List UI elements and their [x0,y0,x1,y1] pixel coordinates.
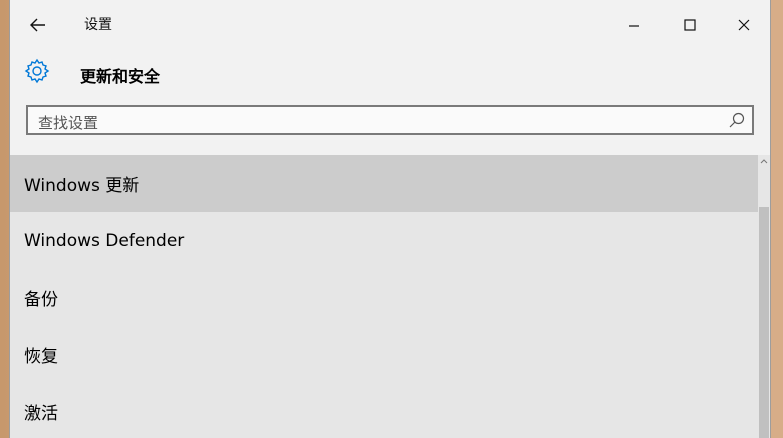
page-title: 更新和安全 [80,67,161,86]
maximize-icon [684,19,696,31]
list-item-windows-defender[interactable]: Windows Defender [10,212,758,269]
back-arrow-icon [30,18,45,32]
minimize-icon [629,25,639,27]
scroll-up-button[interactable] [758,155,770,167]
list-item-label: Windows 更新 [24,176,140,196]
scrollbar[interactable] [758,155,770,438]
close-button[interactable] [724,10,764,40]
list-item-activation[interactable]: 激活 [10,383,758,438]
search-placeholder: 查找设置 [38,114,99,132]
back-button[interactable] [24,12,52,38]
maximize-button[interactable] [670,10,710,40]
close-icon [738,19,750,31]
search-input[interactable]: 查找设置 [26,105,754,135]
search-icon[interactable] [728,111,746,129]
list-item-backup[interactable]: 备份 [10,269,758,326]
list-item-windows-update[interactable]: Windows 更新 [10,155,758,212]
settings-window: 设置 更新和安全 查找设置 Windows 更新 Windows Defende… [10,0,770,438]
title-bar: 设置 [10,0,770,50]
list-item-label: Windows Defender [24,230,185,251]
list-item-label: 激活 [24,404,58,424]
scroll-thumb[interactable] [759,207,769,438]
settings-list: Windows 更新 Windows Defender 备份 恢复 激活 [10,155,758,438]
minimize-button[interactable] [614,10,654,40]
gear-icon [24,58,50,84]
list-item-recovery[interactable]: 恢复 [10,326,758,383]
list-item-label: 恢复 [24,347,58,367]
chevron-up-icon [760,159,768,164]
page-header: 更新和安全 [10,56,770,92]
window-title: 设置 [84,17,112,33]
list-item-label: 备份 [24,290,58,310]
